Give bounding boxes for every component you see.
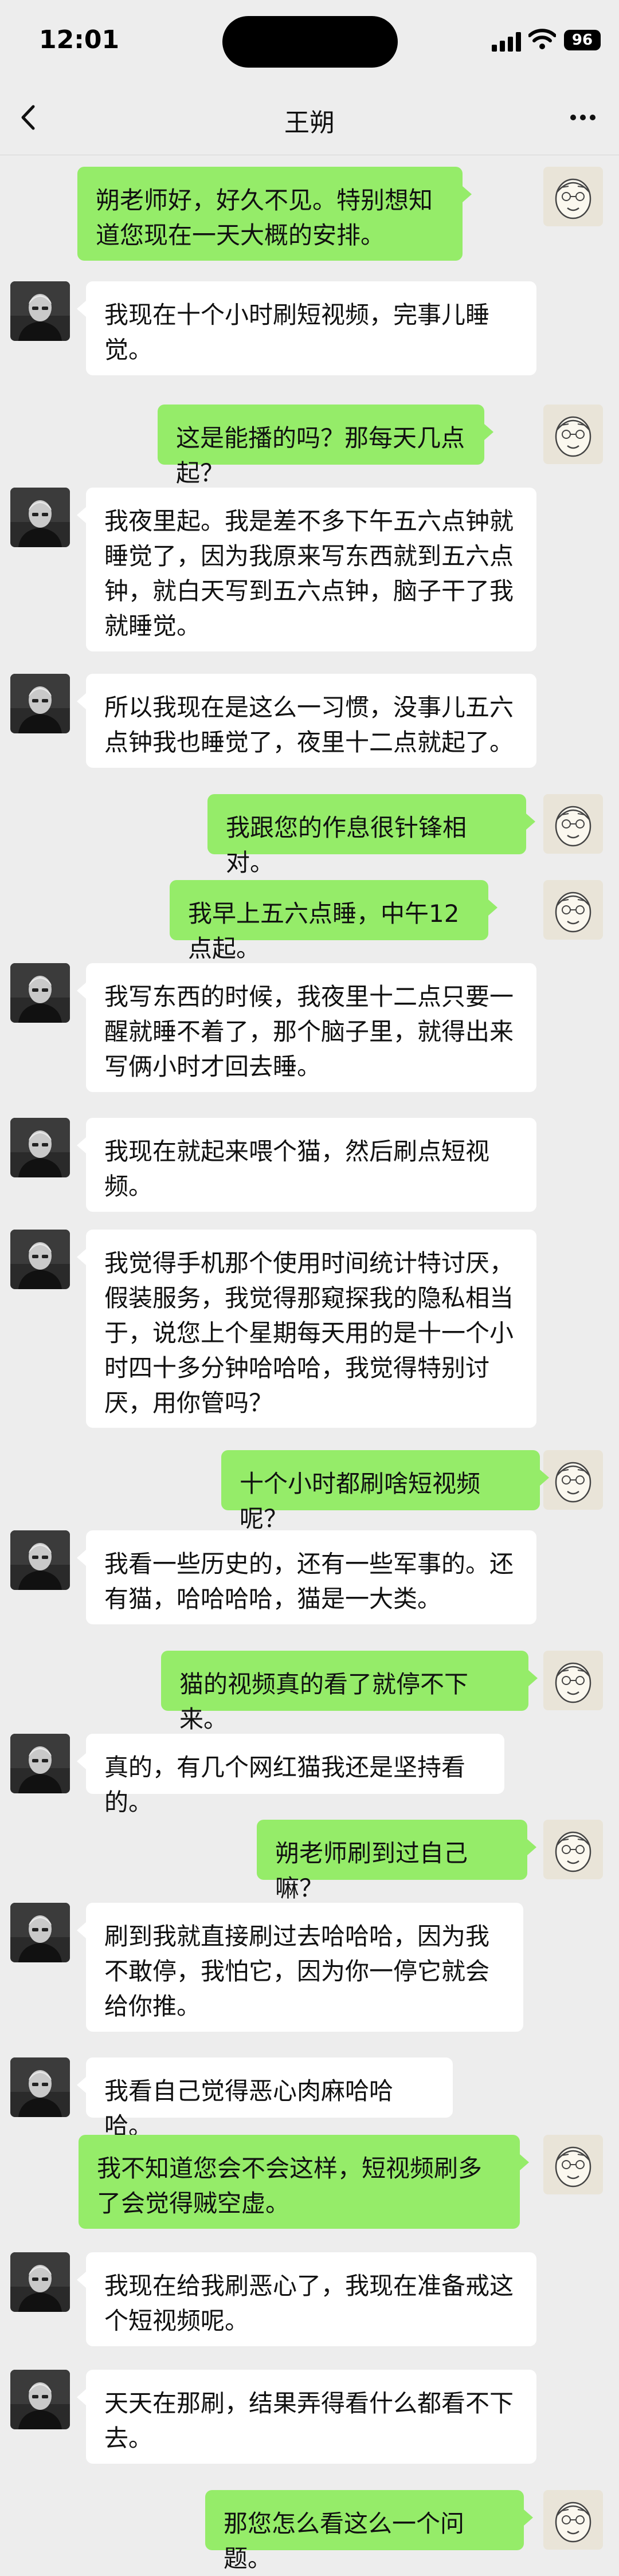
contact-avatar[interactable] [10, 2370, 70, 2429]
battery-indicator: 96 [564, 30, 601, 50]
message-row: 我现在给我刷恶心了，我现在准备戒这个短视频呢。 [0, 2252, 619, 2346]
chat-title: 王朔 [284, 108, 335, 138]
message-row: 朔老师好，好久不见。特别想知道您现在一天大概的安排。 [0, 167, 619, 261]
message-row: 猫的视频真的看了就停不下来。 [0, 1651, 619, 1733]
incoming-message-bubble[interactable]: 我夜里起。我是差不多下午五六点钟就睡觉了，因为我原来写东西就到五六点钟，就白天写… [77, 488, 536, 651]
message-row: 我现在十个小时刷短视频，完事儿睡觉。 [0, 281, 619, 375]
incoming-message-bubble[interactable]: 我现在给我刷恶心了，我现在准备戒这个短视频呢。 [77, 2252, 536, 2346]
message-row: 刷到我就直接刷过去哈哈哈，因为我不敢停，我怕它，因为你一停它就会给你推。 [0, 1903, 619, 2032]
status-time: 12:01 [39, 25, 120, 54]
my-avatar[interactable] [543, 1651, 603, 1710]
outgoing-message-bubble[interactable]: 朔老师刷到过自己嘛？ [257, 1820, 536, 1902]
more-button[interactable] [563, 97, 603, 138]
incoming-message-bubble[interactable]: 真的，有几个网红猫我还是坚持看的。 [77, 1734, 504, 1816]
contact-avatar[interactable] [10, 1903, 70, 1962]
chat-header: 王朔 [0, 80, 619, 155]
my-avatar[interactable] [543, 405, 603, 464]
incoming-message-bubble[interactable]: 我看自己觉得恶心肉麻哈哈哈。 [77, 2057, 453, 2140]
my-avatar[interactable] [543, 794, 603, 854]
wifi-icon [528, 28, 557, 50]
incoming-message-bubble[interactable]: 刷到我就直接刷过去哈哈哈，因为我不敢停，我怕它，因为你一停它就会给你推。 [77, 1903, 523, 2032]
contact-avatar[interactable] [10, 1530, 70, 1590]
incoming-message-bubble[interactable]: 天天在那刷，结果弄得看什么都看不下去。 [77, 2370, 536, 2464]
message-row: 所以我现在是这么一习惯，没事儿五六点钟我也睡觉了，夜里十二点就起了。 [0, 674, 619, 768]
more-dots-icon [570, 115, 596, 120]
message-row: 那您怎么看这么一个问题。 [0, 2490, 619, 2573]
outgoing-message-bubble[interactable]: 我不知道您会不会这样，短视频刷多了会觉得贼空虚。 [79, 2135, 529, 2229]
incoming-message-bubble[interactable]: 所以我现在是这么一习惯，没事儿五六点钟我也睡觉了，夜里十二点就起了。 [77, 674, 536, 768]
message-row: 我看自己觉得恶心肉麻哈哈哈。 [0, 2057, 619, 2140]
message-row: 朔老师刷到过自己嘛？ [0, 1820, 619, 1902]
incoming-message-bubble[interactable]: 我现在就起来喂个猫，然后刷点短视频。 [77, 1118, 536, 1212]
outgoing-message-bubble[interactable]: 我早上五六点睡，中午12点起。 [170, 880, 497, 963]
message-row: 天天在那刷，结果弄得看什么都看不下去。 [0, 2370, 619, 2464]
contact-avatar[interactable] [10, 963, 70, 1023]
outgoing-message-bubble[interactable]: 那您怎么看这么一个问题。 [205, 2490, 533, 2573]
status-bar: 12:01 96 [0, 0, 619, 80]
outgoing-message-bubble[interactable]: 我跟您的作息很针锋相对。 [207, 794, 535, 877]
contact-avatar[interactable] [10, 674, 70, 733]
cellular-signal-icon [492, 32, 522, 52]
outgoing-message-bubble[interactable]: 这是能播的吗？那每天几点起？ [158, 405, 493, 487]
message-row: 我夜里起。我是差不多下午五六点钟就睡觉了，因为我原来写东西就到五六点钟，就白天写… [0, 488, 619, 651]
contact-avatar[interactable] [10, 1734, 70, 1793]
contact-avatar[interactable] [10, 488, 70, 547]
outgoing-message-bubble[interactable]: 十个小时都刷啥短视频呢？ [221, 1450, 549, 1533]
my-avatar[interactable] [543, 167, 603, 226]
incoming-message-bubble[interactable]: 我写东西的时候，我夜里十二点只要一醒就睡不着了，那个脑子里，就得出来写俩小时才回… [77, 963, 536, 1092]
message-row: 我跟您的作息很针锋相对。 [0, 794, 619, 877]
incoming-message-bubble[interactable]: 我觉得手机那个使用时间统计特讨厌，假装服务，我觉得那窥探我的隐私相当于，说您上个… [77, 1230, 536, 1428]
my-avatar[interactable] [543, 1450, 603, 1510]
message-row: 我写东西的时候，我夜里十二点只要一醒就睡不着了，那个脑子里，就得出来写俩小时才回… [0, 963, 619, 1092]
contact-avatar[interactable] [10, 1230, 70, 1289]
my-avatar[interactable] [543, 1820, 603, 1879]
contact-avatar[interactable] [10, 281, 70, 341]
outgoing-message-bubble[interactable]: 朔老师好，好久不见。特别想知道您现在一天大概的安排。 [77, 167, 472, 261]
message-row: 我现在就起来喂个猫，然后刷点短视频。 [0, 1118, 619, 1212]
contact-avatar[interactable] [10, 2057, 70, 2117]
message-row: 这是能播的吗？那每天几点起？ [0, 405, 619, 487]
my-avatar[interactable] [543, 2490, 603, 2550]
my-avatar[interactable] [543, 2135, 603, 2194]
incoming-message-bubble[interactable]: 我现在十个小时刷短视频，完事儿睡觉。 [77, 281, 536, 375]
dynamic-island [222, 16, 398, 68]
my-avatar[interactable] [543, 880, 603, 940]
message-row: 我不知道您会不会这样，短视频刷多了会觉得贼空虚。 [0, 2135, 619, 2229]
message-row: 我觉得手机那个使用时间统计特讨厌，假装服务，我觉得那窥探我的隐私相当于，说您上个… [0, 1230, 619, 1428]
message-row: 我看一些历史的，还有一些军事的。还有猫，哈哈哈哈，猫是一大类。 [0, 1530, 619, 1624]
contact-avatar[interactable] [10, 2252, 70, 2312]
outgoing-message-bubble[interactable]: 猫的视频真的看了就停不下来。 [161, 1651, 538, 1733]
message-row: 真的，有几个网红猫我还是坚持看的。 [0, 1734, 619, 1816]
message-row: 我早上五六点睡，中午12点起。 [0, 880, 619, 963]
incoming-message-bubble[interactable]: 我看一些历史的，还有一些军事的。还有猫，哈哈哈哈，猫是一大类。 [77, 1530, 536, 1624]
message-row: 十个小时都刷啥短视频呢？ [0, 1450, 619, 1533]
contact-avatar[interactable] [10, 1118, 70, 1177]
